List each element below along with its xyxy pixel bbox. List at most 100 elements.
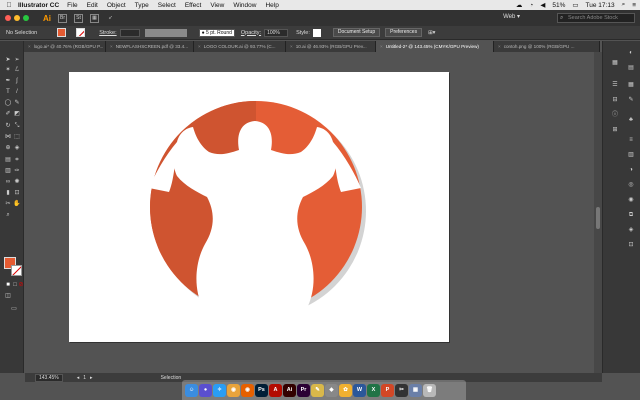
lasso-tool-icon[interactable]: ℒ — [13, 66, 21, 74]
current-tool-status[interactable]: Selection — [161, 375, 182, 381]
illustrator-icon[interactable]: Ai — [283, 383, 296, 397]
menu-file[interactable]: File — [67, 2, 77, 9]
zoom-level-field[interactable]: 143.45% — [35, 373, 63, 382]
close-window-icon[interactable] — [5, 15, 11, 21]
layers-panel-icon[interactable]: ◈ — [627, 226, 635, 234]
direct-selection-tool-icon[interactable]: ➢ — [13, 56, 21, 64]
width-tool-icon[interactable]: ⋈ — [4, 133, 12, 141]
tab-newflashscreen[interactable]: × NEWFLASHSCREEN.pdf @ 33.4... — [106, 41, 194, 52]
notification-icon[interactable]: ≡ — [632, 2, 636, 9]
cloud-icon[interactable]: ☁ — [516, 1, 523, 9]
screen-mode-icon[interactable]: ▭ — [8, 305, 20, 313]
artboards-icon[interactable]: ⊡ — [627, 241, 635, 249]
stock-icon[interactable]: St — [74, 13, 83, 23]
document-setup-button[interactable]: Document Setup — [332, 28, 381, 37]
menu-select[interactable]: Select — [158, 2, 176, 9]
menu-effect[interactable]: Effect — [185, 2, 202, 9]
layers-icon[interactable]: ⊟ — [611, 96, 619, 104]
notes-icon[interactable]: ✎ — [311, 383, 324, 397]
hand-tool-icon[interactable]: ✋ — [13, 200, 21, 208]
menu-app-name[interactable]: Illustrator CC — [18, 2, 59, 9]
brush-definition[interactable]: ● 5 pt. Round — [198, 28, 235, 37]
drawing-mode-icon[interactable]: ◫ — [4, 292, 12, 300]
graphic-styles-icon[interactable]: ◉ — [627, 196, 635, 204]
free-transform-tool-icon[interactable]: ⬚ — [13, 133, 21, 141]
zoom-tool-icon[interactable]: ⌕ — [4, 211, 12, 219]
stroke-color-box[interactable] — [11, 265, 22, 276]
info-icon[interactable]: ⓘ — [611, 111, 619, 119]
scale-tool-icon[interactable]: ⤡ — [13, 122, 21, 130]
word-icon[interactable]: W — [353, 383, 366, 397]
stock-search-input[interactable]: ⌕ Search Adobe Stock — [557, 13, 635, 23]
chrome-icon[interactable]: ◉ — [227, 383, 240, 397]
eraser-tool-icon[interactable]: ◩ — [13, 110, 21, 118]
eyedropper-tool-icon[interactable]: ✑ — [13, 167, 21, 175]
swatches-icon[interactable]: ▦ — [627, 81, 635, 89]
magic-wand-tool-icon[interactable]: ✶ — [4, 66, 12, 74]
blend-tool-icon[interactable]: ∞ — [4, 178, 12, 186]
artboard-next-icon[interactable]: ▸ — [90, 375, 93, 381]
close-tab-icon[interactable]: × — [28, 44, 31, 49]
appearance-icon[interactable]: ◎ — [627, 181, 635, 189]
acrobat-icon[interactable]: A — [269, 383, 282, 397]
photoshop-icon[interactable]: Ps — [255, 383, 268, 397]
transparency-icon[interactable]: ◑ — [627, 166, 635, 174]
trash-icon[interactable]: 🗑 — [423, 383, 436, 397]
logo-artwork[interactable] — [69, 72, 449, 342]
stroke-label[interactable]: Stroke: — [99, 30, 116, 36]
curvature-tool-icon[interactable]: ∫ — [13, 77, 21, 85]
vertical-scrollbar[interactable] — [594, 52, 602, 373]
close-tab-icon[interactable]: × — [290, 44, 293, 49]
menu-object[interactable]: Object — [107, 2, 126, 9]
type-tool-icon[interactable]: T — [4, 88, 12, 96]
premiere-icon[interactable]: Pr — [297, 383, 310, 397]
volume-icon[interactable]: ◀ — [540, 1, 545, 9]
symbols-icon[interactable]: ♣ — [627, 116, 635, 124]
gradient-panel-icon[interactable]: ▥ — [627, 151, 635, 159]
photos-icon[interactable]: ✿ — [339, 383, 352, 397]
paintbrush-tool-icon[interactable]: ✎ — [13, 99, 21, 107]
shaper-tool-icon[interactable]: ✐ — [4, 110, 12, 118]
minimize-window-icon[interactable] — [14, 15, 20, 21]
close-tab-icon[interactable]: × — [198, 44, 201, 49]
gpu-performance-icon[interactable]: ➶ — [106, 14, 115, 23]
graphic-style-swatch[interactable] — [312, 28, 321, 37]
color-panel-icon[interactable]: ◐ — [627, 49, 635, 57]
align-options-icon[interactable]: ⊞▾ — [428, 30, 435, 36]
safari-icon[interactable]: ✧ — [213, 383, 226, 397]
spotlight-icon[interactable]: ⌕ — [622, 1, 626, 9]
close-tab-icon[interactable]: × — [110, 44, 113, 49]
selection-tool-icon[interactable]: ➤ — [4, 56, 12, 64]
powerpoint-icon[interactable]: P — [381, 383, 394, 397]
menu-window[interactable]: Window — [233, 2, 256, 9]
tab-logo-colour[interactable]: × LOGO COLOUR.ai @ 93.77% (C... — [194, 41, 286, 52]
finalcut-icon[interactable]: ✂ — [395, 383, 408, 397]
wifi-icon[interactable]: ◔ — [529, 2, 533, 9]
brushes-icon[interactable]: ✎ — [627, 96, 635, 104]
stroke-panel-icon[interactable]: ≡ — [627, 136, 635, 144]
color-guide-icon[interactable]: ▤ — [627, 64, 635, 72]
firefox-icon[interactable]: ◉ — [241, 383, 254, 397]
menu-type[interactable]: Type — [135, 2, 149, 9]
tab-contoh[interactable]: × contoh.png @ 100% (RGB/GPU ... — [494, 41, 600, 52]
graph-tool-icon[interactable]: ▮ — [4, 189, 12, 197]
stroke-swatch[interactable] — [76, 28, 86, 37]
perspective-grid-tool-icon[interactable]: ▤ — [4, 156, 12, 164]
zoom-window-icon[interactable] — [23, 15, 29, 21]
live-paint-tool-icon[interactable]: ◈ — [13, 144, 21, 152]
excel-icon[interactable]: X — [367, 383, 380, 397]
fill-swatch[interactable] — [57, 28, 67, 37]
menu-help[interactable]: Help — [265, 2, 278, 9]
artboard-number[interactable]: 1 — [83, 375, 86, 381]
align-icon[interactable]: ⊞ — [611, 126, 619, 134]
tab-10[interactable]: × 10.ai @ 46.93% (RGB/GPU Prev... — [286, 41, 376, 52]
scrollbar-thumb[interactable] — [596, 207, 600, 229]
stroke-weight-field[interactable] — [119, 28, 140, 37]
menu-view[interactable]: View — [210, 2, 224, 9]
finder-icon[interactable]: ☺ — [185, 383, 198, 397]
symbol-sprayer-tool-icon[interactable]: ✺ — [13, 178, 21, 186]
shape-builder-tool-icon[interactable]: ⊕ — [4, 144, 12, 152]
close-tab-icon[interactable]: × — [498, 44, 501, 49]
libraries-icon[interactable]: ▦ — [611, 59, 619, 67]
opacity-label[interactable]: Opacity: — [241, 30, 261, 36]
